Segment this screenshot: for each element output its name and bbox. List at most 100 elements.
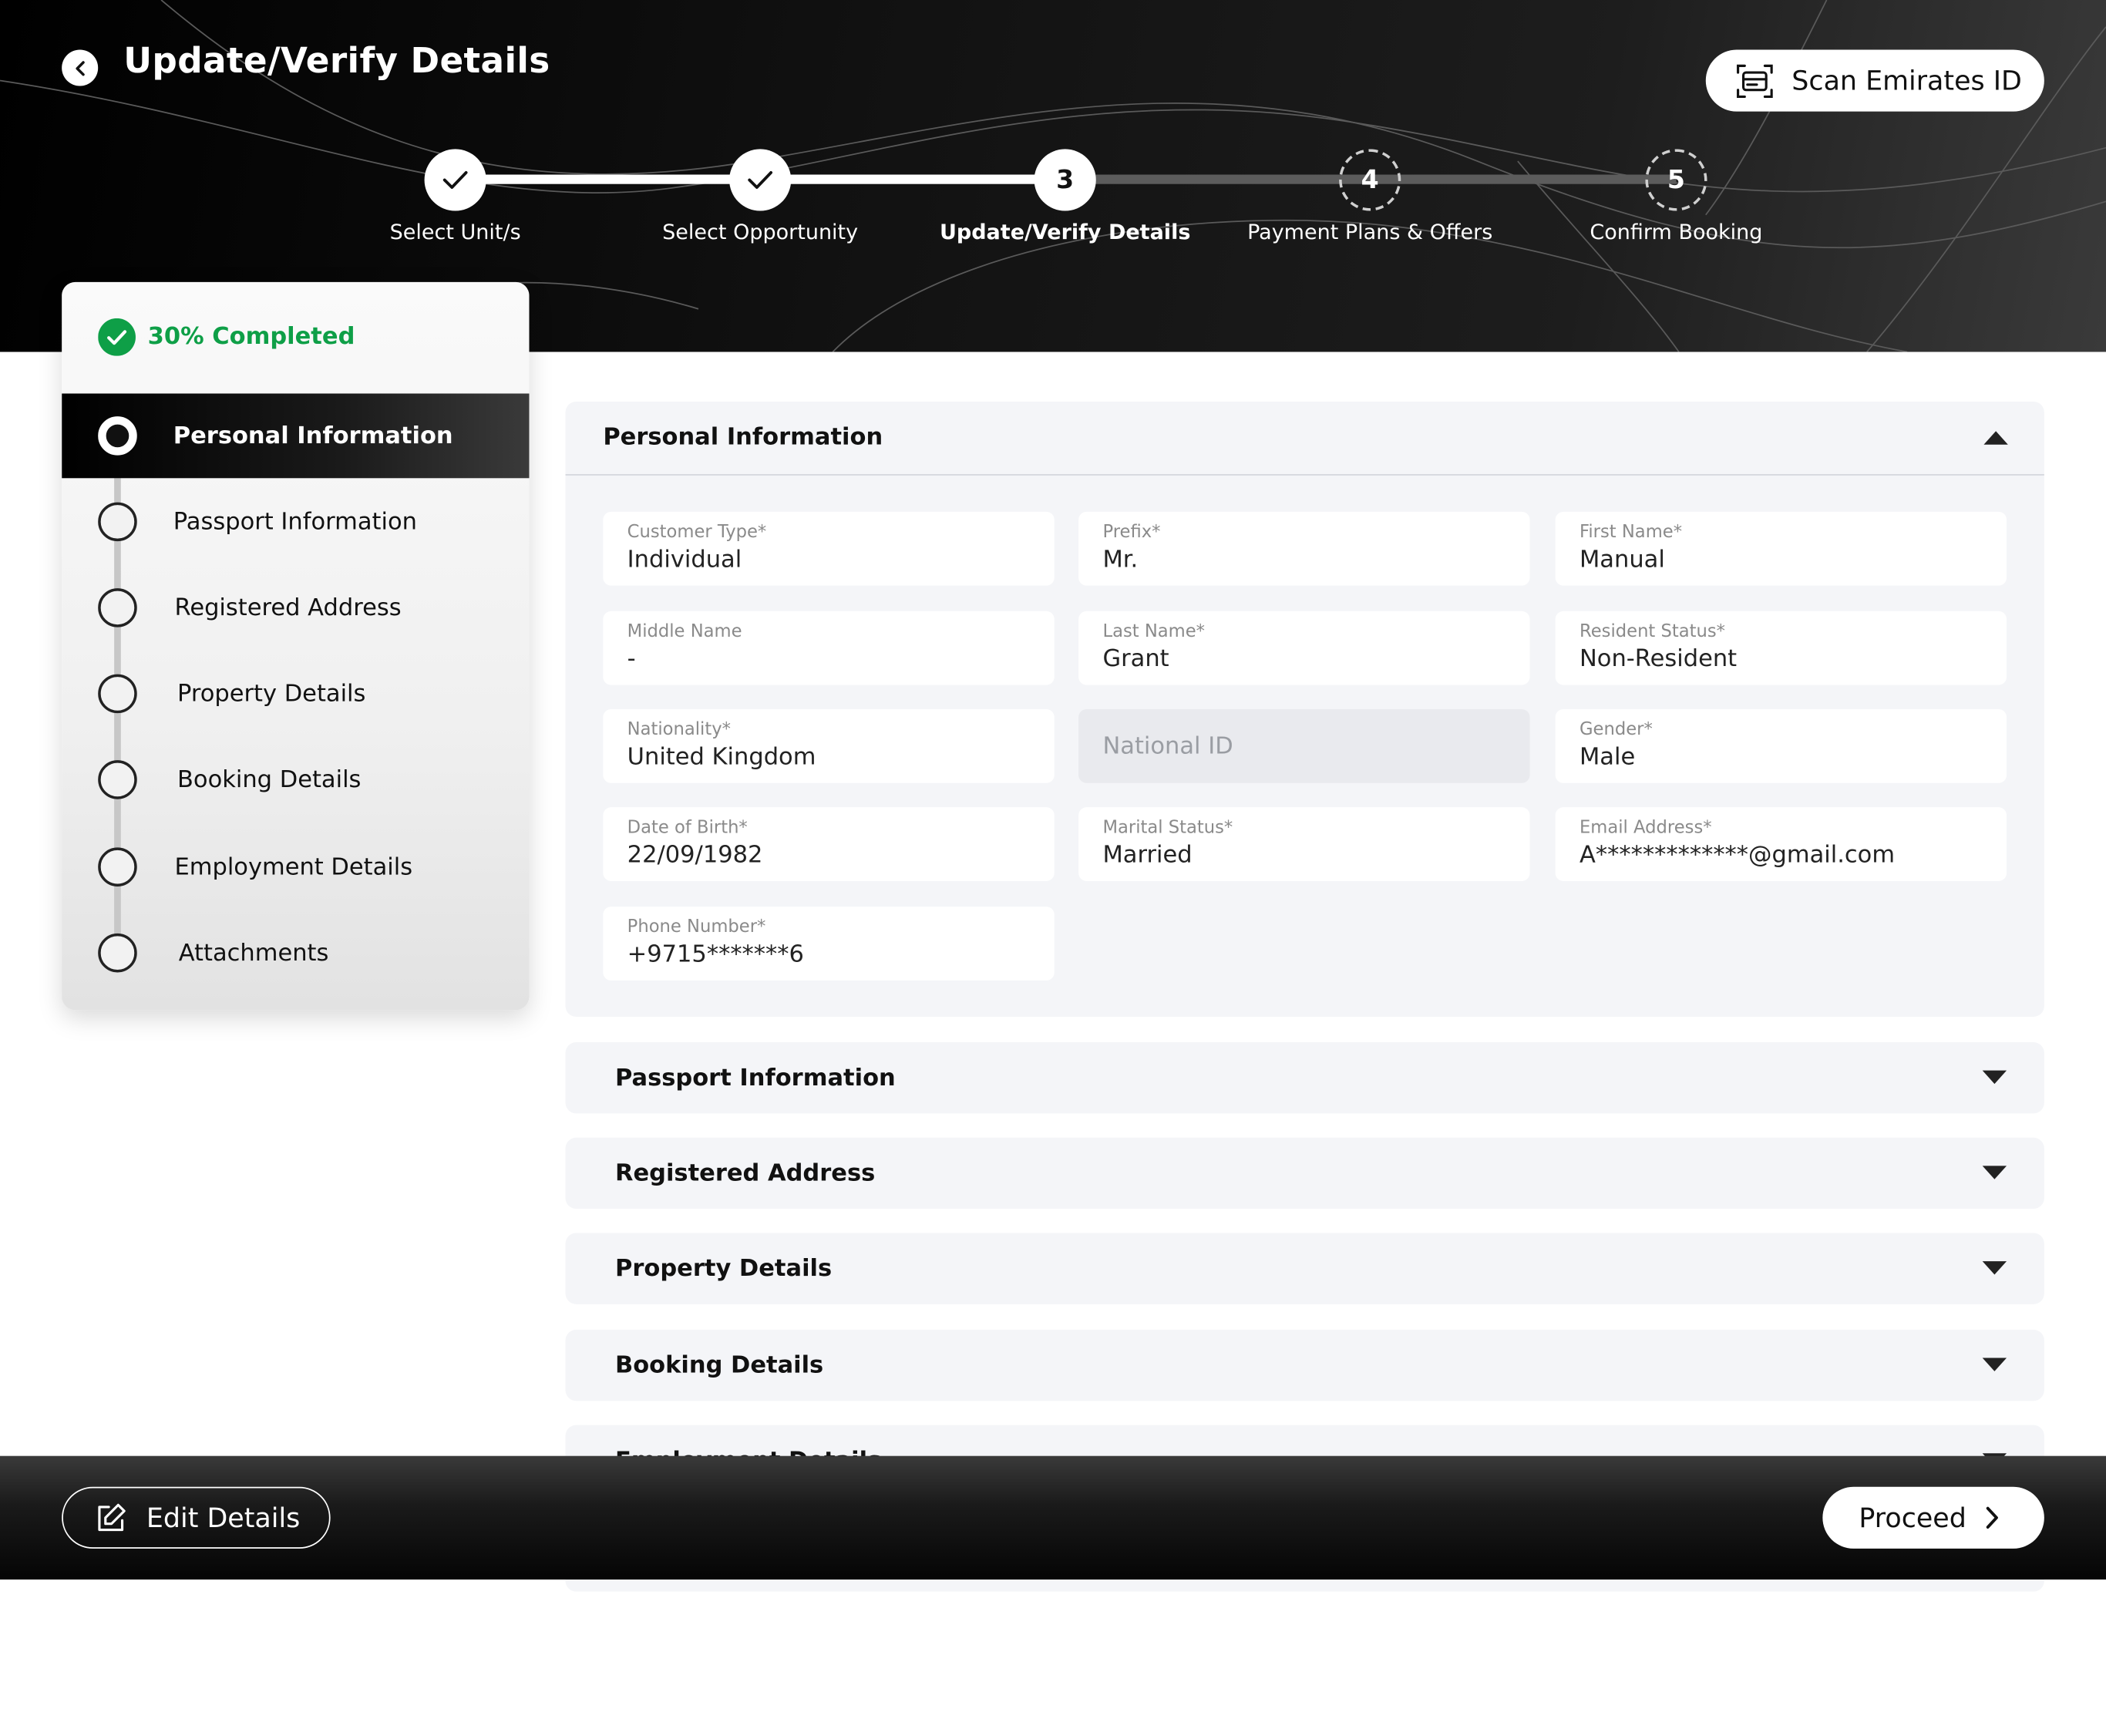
sidebar-item-attachments[interactable]: Attachments xyxy=(62,910,529,995)
field-value: 22/09/1982 xyxy=(627,842,763,870)
scan-id-icon xyxy=(1737,63,1773,98)
accordion-header[interactable]: Booking Details xyxy=(566,1330,2044,1401)
accordion-title: Passport Information xyxy=(614,1064,896,1092)
sidebar-item-registered-address[interactable]: Registered Address xyxy=(62,566,529,651)
scan-emirates-id-label: Scan Emirates ID xyxy=(1791,64,2022,97)
step-2-circle[interactable] xyxy=(729,149,792,211)
accordion-passport-information[interactable]: Passport Information xyxy=(565,1042,2044,1114)
sidebar-item-employment-details[interactable]: Employment Details xyxy=(62,825,529,910)
step-1-label: Select Unit/s xyxy=(389,220,521,245)
proceed-button[interactable]: Proceed xyxy=(1822,1486,2044,1549)
first-name-field[interactable]: First Name* Manual xyxy=(1555,511,2007,586)
phone-number-field[interactable]: Phone Number* +9715*******6 xyxy=(603,907,1055,981)
nationality-field[interactable]: Nationality* United Kingdom xyxy=(603,708,1055,783)
sidebar-item-label: Employment Details xyxy=(174,853,413,881)
footer-bar: Edit Details Proceed xyxy=(0,1455,2106,1580)
step-4-label: Payment Plans & Offers xyxy=(1247,220,1493,245)
accordion-header[interactable]: Passport Information xyxy=(566,1042,2044,1113)
caret-up-icon xyxy=(1983,431,2008,445)
timeline-dot-active xyxy=(98,416,137,456)
field-label: Nationality* xyxy=(627,719,731,741)
field-label: Middle Name xyxy=(627,621,742,642)
field-label: Gender* xyxy=(1580,719,1653,741)
accordion-personal-information: Personal Information Customer Type* Indi… xyxy=(565,401,2044,1017)
sidebar-item-personal-information[interactable]: Personal Information xyxy=(62,393,530,479)
accordion-title: Registered Address xyxy=(614,1159,876,1187)
accordion-booking-details[interactable]: Booking Details xyxy=(565,1329,2044,1401)
timeline-dot xyxy=(98,847,137,887)
edit-details-button[interactable]: Edit Details xyxy=(62,1486,331,1549)
accordion-registered-address[interactable]: Registered Address xyxy=(565,1137,2044,1209)
accordion-header[interactable]: Registered Address xyxy=(566,1138,2044,1209)
accordion-title: Property Details xyxy=(614,1255,833,1283)
progress-label: 30% Completed xyxy=(147,323,355,351)
chevron-left-icon xyxy=(75,60,84,76)
last-name-field[interactable]: Last Name* Grant xyxy=(1078,611,1530,685)
page-title: Update/Verify Details xyxy=(123,42,550,82)
sidebar-item-label: Personal Information xyxy=(173,422,453,449)
field-value: Mr. xyxy=(1102,547,1139,574)
timeline-dot xyxy=(98,933,137,973)
accordion-title: Personal Information xyxy=(603,423,883,451)
step-3-label: Update/Verify Details xyxy=(939,220,1191,245)
step-3-circle[interactable]: 3 xyxy=(1034,149,1096,211)
check-circle-icon xyxy=(98,318,136,356)
sidebar-item-label: Booking Details xyxy=(177,766,362,793)
field-value: Married xyxy=(1102,842,1193,870)
field-label: Marital Status* xyxy=(1102,818,1233,839)
resident-status-field[interactable]: Resident Status* Non-Resident xyxy=(1555,611,2007,685)
gender-field[interactable]: Gender* Male xyxy=(1555,708,2007,783)
field-label: Customer Type* xyxy=(627,522,767,543)
step-1-circle[interactable] xyxy=(424,149,486,211)
step-5-circle[interactable]: 5 xyxy=(1645,149,1707,211)
edit-details-label: Edit Details xyxy=(146,1501,301,1534)
field-value: Individual xyxy=(627,547,742,574)
proceed-label: Proceed xyxy=(1859,1501,1966,1534)
step-4-circle[interactable]: 4 xyxy=(1339,149,1401,211)
sidebar-item-label: Passport Information xyxy=(173,508,417,536)
field-label: Prefix* xyxy=(1102,522,1161,543)
field-label: First Name* xyxy=(1580,522,1683,543)
email-address-field[interactable]: Email Address* A*************@gmail.com xyxy=(1555,807,2007,881)
chevron-right-icon xyxy=(1986,1506,1998,1529)
field-value: +9715*******6 xyxy=(627,941,804,969)
field-label: Last Name* xyxy=(1102,621,1206,642)
progress-indicator: 30% Completed xyxy=(98,318,355,356)
marital-status-field[interactable]: Marital Status* Married xyxy=(1078,807,1530,881)
scan-emirates-id-button[interactable]: Scan Emirates ID xyxy=(1705,49,2044,112)
check-icon xyxy=(442,170,468,189)
accordion-header-personal-information[interactable]: Personal Information xyxy=(566,402,2044,473)
sidebar-item-property-details[interactable]: Property Details xyxy=(62,651,529,736)
step-2-label: Select Opportunity xyxy=(662,220,859,245)
timeline-dot xyxy=(98,588,137,627)
field-placeholder: National ID xyxy=(1102,732,1233,760)
field-label: Resident Status* xyxy=(1580,621,1726,642)
national-id-field[interactable]: National ID xyxy=(1078,708,1530,783)
sidebar-item-label: Registered Address xyxy=(174,594,402,621)
field-value: Male xyxy=(1580,744,1636,772)
customer-type-field[interactable]: Customer Type* Individual xyxy=(603,511,1055,586)
section-sidebar: 30% Completed Personal Information Passp… xyxy=(62,281,530,1011)
accordion-header[interactable]: Property Details xyxy=(566,1233,2044,1304)
accordion-property-details[interactable]: Property Details xyxy=(565,1233,2044,1304)
sidebar-item-booking-details[interactable]: Booking Details xyxy=(62,738,529,823)
field-value: - xyxy=(627,646,636,673)
field-value: Non-Resident xyxy=(1580,646,1738,673)
back-button[interactable] xyxy=(62,49,99,86)
caret-down-icon xyxy=(1982,1166,2007,1179)
field-label: Email Address* xyxy=(1580,818,1712,839)
sidebar-item-label: Attachments xyxy=(178,939,329,967)
field-label: Date of Birth* xyxy=(627,818,748,839)
date-of-birth-field[interactable]: Date of Birth* 22/09/1982 xyxy=(603,807,1055,881)
content-bottom-strip xyxy=(565,1580,2044,1592)
caret-down-icon xyxy=(1982,1358,2007,1371)
sidebar-item-passport-information[interactable]: Passport Information xyxy=(62,479,529,564)
caret-down-icon xyxy=(1982,1070,2007,1085)
check-icon xyxy=(748,170,773,189)
accordion-title: Booking Details xyxy=(614,1351,824,1379)
accordion-divider xyxy=(565,474,2044,476)
field-label: Phone Number* xyxy=(627,917,766,938)
middle-name-field[interactable]: Middle Name - xyxy=(603,611,1055,685)
prefix-field[interactable]: Prefix* Mr. xyxy=(1078,511,1530,586)
field-value: A*************@gmail.com xyxy=(1580,842,1896,870)
